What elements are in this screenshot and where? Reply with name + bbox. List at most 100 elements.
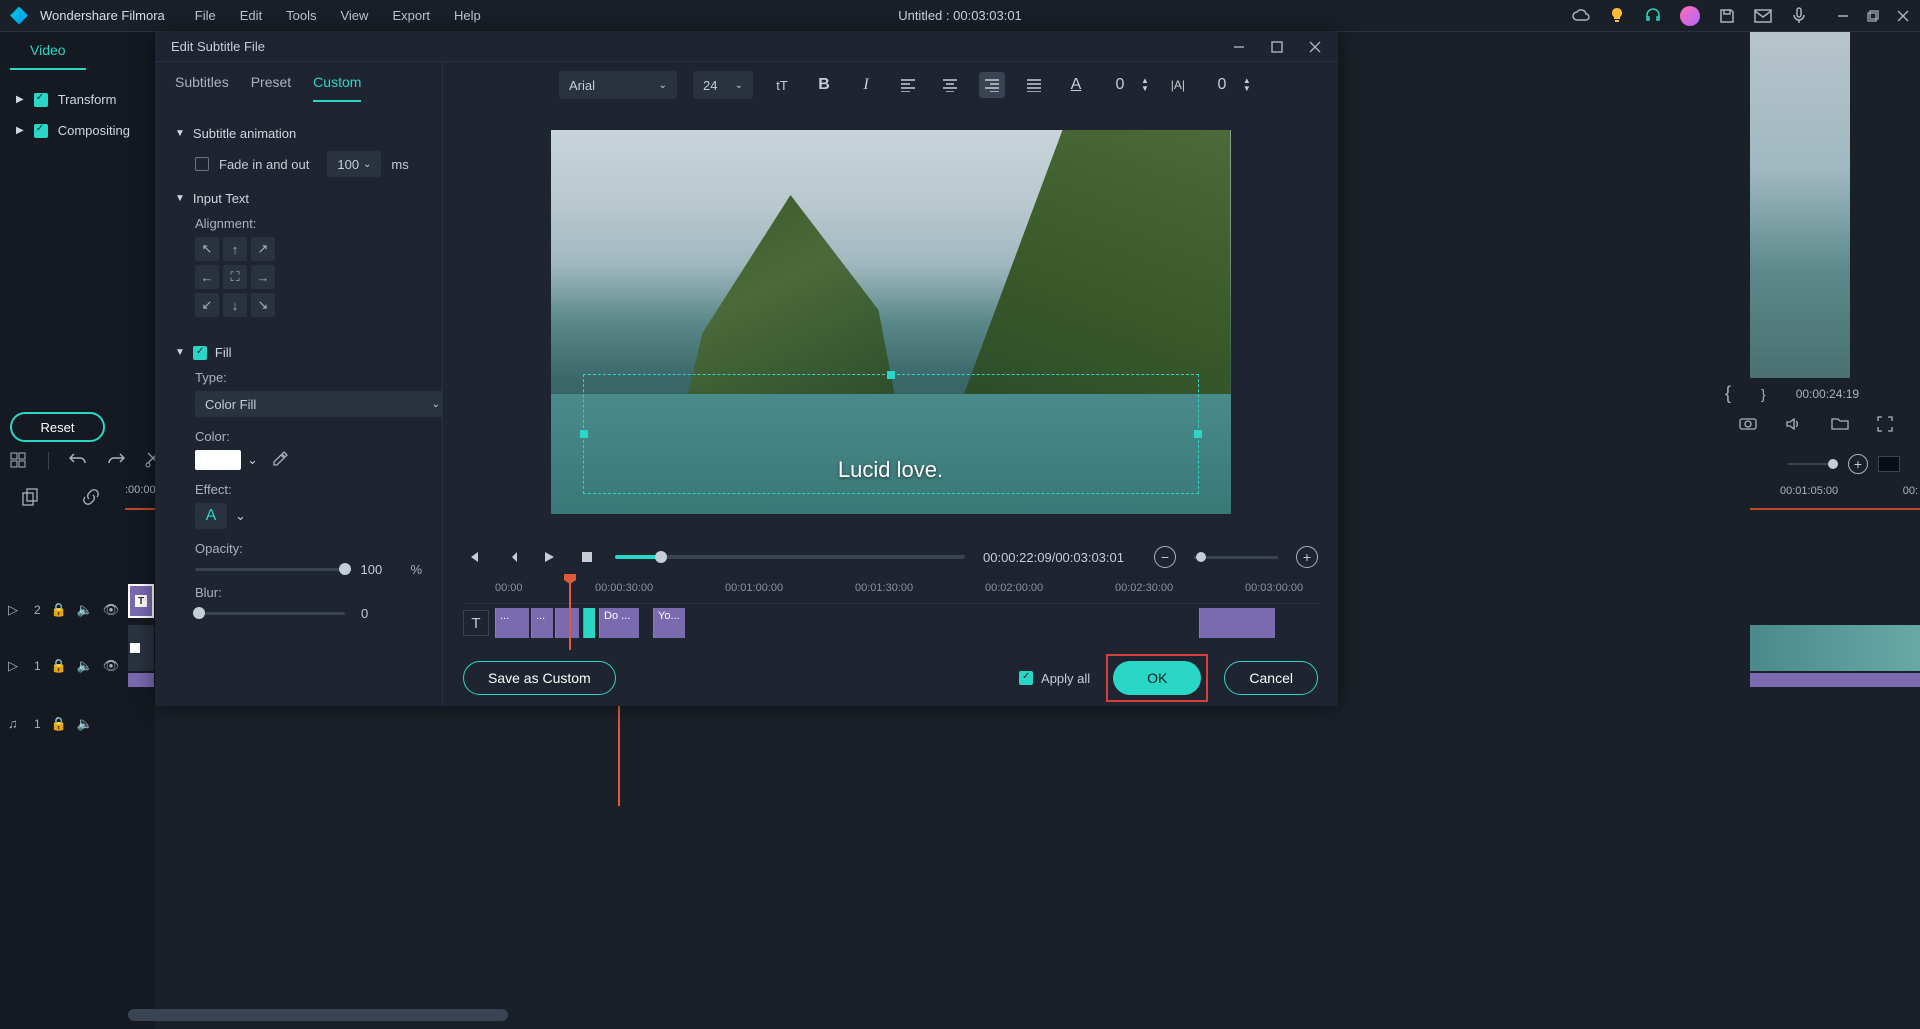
lock-icon[interactable]: 🔒	[51, 658, 67, 674]
fill-type-select[interactable]: Color Fill⌄	[195, 391, 443, 417]
main-title-clip[interactable]: T	[128, 584, 154, 618]
subtitle-clip[interactable]: ...	[531, 608, 553, 638]
slider-thumb-icon[interactable]	[1196, 552, 1206, 562]
text-track-icon[interactable]: T	[463, 610, 489, 636]
fullscreen-icon[interactable]	[1877, 416, 1895, 434]
subtitle-playhead[interactable]	[569, 578, 571, 650]
mute-icon[interactable]: 🔈	[77, 602, 93, 618]
align-right-icon[interactable]	[979, 72, 1005, 98]
redo-icon[interactable]	[107, 452, 125, 470]
lightbulb-icon[interactable]	[1608, 7, 1626, 25]
italic-icon[interactable]: I	[853, 72, 879, 98]
camera-icon[interactable]	[1739, 416, 1757, 434]
section-fill[interactable]: ▼ Fill	[175, 345, 422, 360]
main-subtitle-clip[interactable]	[128, 673, 154, 687]
zoom-in-icon[interactable]: +	[1296, 546, 1318, 568]
section-input-text[interactable]: ▼ Input Text	[175, 191, 422, 206]
visibility-icon[interactable]: 👁	[103, 658, 119, 674]
main-timeline-playhead[interactable]	[618, 706, 620, 806]
maximize-icon[interactable]	[1866, 9, 1880, 23]
align-left[interactable]: ←	[195, 265, 219, 289]
effect-preview[interactable]: A	[195, 503, 227, 529]
tab-custom[interactable]: Custom	[313, 74, 361, 102]
duplicate-icon[interactable]	[22, 488, 42, 508]
main-video-clip[interactable]	[128, 625, 154, 671]
brace-open-icon[interactable]: {	[1725, 383, 1731, 404]
mic-icon[interactable]	[1790, 7, 1808, 25]
main-track-video-clip[interactable]	[1750, 625, 1920, 671]
main-track-subtitle-clip[interactable]	[1750, 673, 1920, 687]
menu-tools[interactable]: Tools	[286, 8, 316, 23]
subtitle-clip[interactable]	[555, 608, 579, 638]
sidebar-item-compositing[interactable]: ▶ Compositing	[0, 115, 155, 146]
dialog-maximize-icon[interactable]	[1270, 40, 1284, 54]
align-right[interactable]: →	[251, 265, 275, 289]
blur-slider[interactable]	[195, 612, 345, 615]
close-icon[interactable]	[1896, 9, 1910, 23]
zoom-out-icon[interactable]: −	[1154, 546, 1176, 568]
prev-frame-icon[interactable]	[463, 547, 483, 567]
align-top-right[interactable]: ↗	[251, 237, 275, 261]
eyedropper-icon[interactable]	[272, 451, 290, 469]
audio-level-icon[interactable]	[1878, 456, 1900, 472]
video-preview-frame[interactable]: Lucid love.	[551, 130, 1231, 514]
align-bottom[interactable]: ↓	[223, 293, 247, 317]
zoom-in-icon[interactable]: +	[1848, 454, 1868, 474]
subtitle-text[interactable]: Lucid love.	[838, 457, 943, 483]
lock-icon[interactable]: 🔒	[51, 716, 67, 732]
menu-file[interactable]: File	[195, 8, 216, 23]
fill-checkbox[interactable]	[193, 346, 207, 360]
bold-icon[interactable]: B	[811, 72, 837, 98]
stop-icon[interactable]	[577, 547, 597, 567]
resize-handle-icon[interactable]	[887, 371, 895, 379]
track-play-icon[interactable]: ▷	[8, 602, 24, 618]
dialog-close-icon[interactable]	[1308, 40, 1322, 54]
subtitle-clip[interactable]	[1199, 608, 1275, 638]
checkbox-icon[interactable]	[34, 93, 48, 107]
subtitle-clip[interactable]: Do ...	[599, 608, 639, 638]
cloud-icon[interactable]	[1572, 7, 1590, 25]
subtitle-ruler[interactable]: 00:00 00:00:30:00 00:01:00:00 00:01:30:0…	[463, 578, 1318, 604]
font-family-select[interactable]: Arial⌄	[559, 71, 677, 99]
chevron-down-icon[interactable]: ⌄	[247, 452, 258, 468]
brace-close-icon[interactable]: }	[1761, 386, 1766, 402]
color-swatch[interactable]	[195, 450, 241, 470]
zoom-slider[interactable]	[1788, 463, 1838, 465]
dialog-minimize-icon[interactable]	[1232, 40, 1246, 54]
ok-button[interactable]: OK	[1113, 661, 1201, 695]
subtitle-clip[interactable]: Yo...	[653, 608, 685, 638]
mute-icon[interactable]: 🔈	[77, 716, 93, 732]
step-back-icon[interactable]	[501, 547, 521, 567]
section-subtitle-animation[interactable]: ▼ Subtitle animation	[175, 126, 422, 141]
save-as-custom-button[interactable]: Save as Custom	[463, 661, 616, 695]
align-center[interactable]: ⛶	[223, 265, 247, 289]
menu-export[interactable]: Export	[392, 8, 430, 23]
cancel-button[interactable]: Cancel	[1224, 661, 1318, 695]
tab-preset[interactable]: Preset	[251, 74, 291, 102]
main-timeline-ruler[interactable]: 00:01:05:00 00:	[1750, 482, 1920, 510]
checkbox-icon[interactable]	[34, 124, 48, 138]
line-spacing-control[interactable]: 0 ▲▼	[1105, 76, 1149, 94]
slider-thumb-icon[interactable]	[1828, 459, 1838, 469]
grid-icon[interactable]	[10, 452, 28, 470]
menu-help[interactable]: Help	[454, 8, 481, 23]
align-top-left[interactable]: ↖	[195, 237, 219, 261]
align-center-icon[interactable]	[937, 72, 963, 98]
subtitle-clip[interactable]: ...	[495, 608, 529, 638]
case-toggle-icon[interactable]: tT	[769, 72, 795, 98]
tab-video[interactable]: Video	[10, 32, 86, 70]
font-size-select[interactable]: 24⌄	[693, 71, 753, 99]
folder-arrow-icon[interactable]	[1831, 416, 1849, 434]
timeline-scrollbar[interactable]	[128, 1009, 508, 1021]
save-icon[interactable]	[1718, 7, 1736, 25]
mute-icon[interactable]: 🔈	[77, 658, 93, 674]
opacity-slider[interactable]	[195, 568, 345, 571]
chevron-down-icon[interactable]: ⌄	[235, 508, 246, 524]
align-top[interactable]: ↑	[223, 237, 247, 261]
apply-all-checkbox[interactable]	[1019, 671, 1033, 685]
fade-checkbox[interactable]	[195, 157, 209, 171]
reset-button[interactable]: Reset	[10, 412, 105, 442]
lock-icon[interactable]: 🔒	[51, 602, 67, 618]
slider-thumb-icon[interactable]	[339, 563, 351, 575]
menu-view[interactable]: View	[340, 8, 368, 23]
